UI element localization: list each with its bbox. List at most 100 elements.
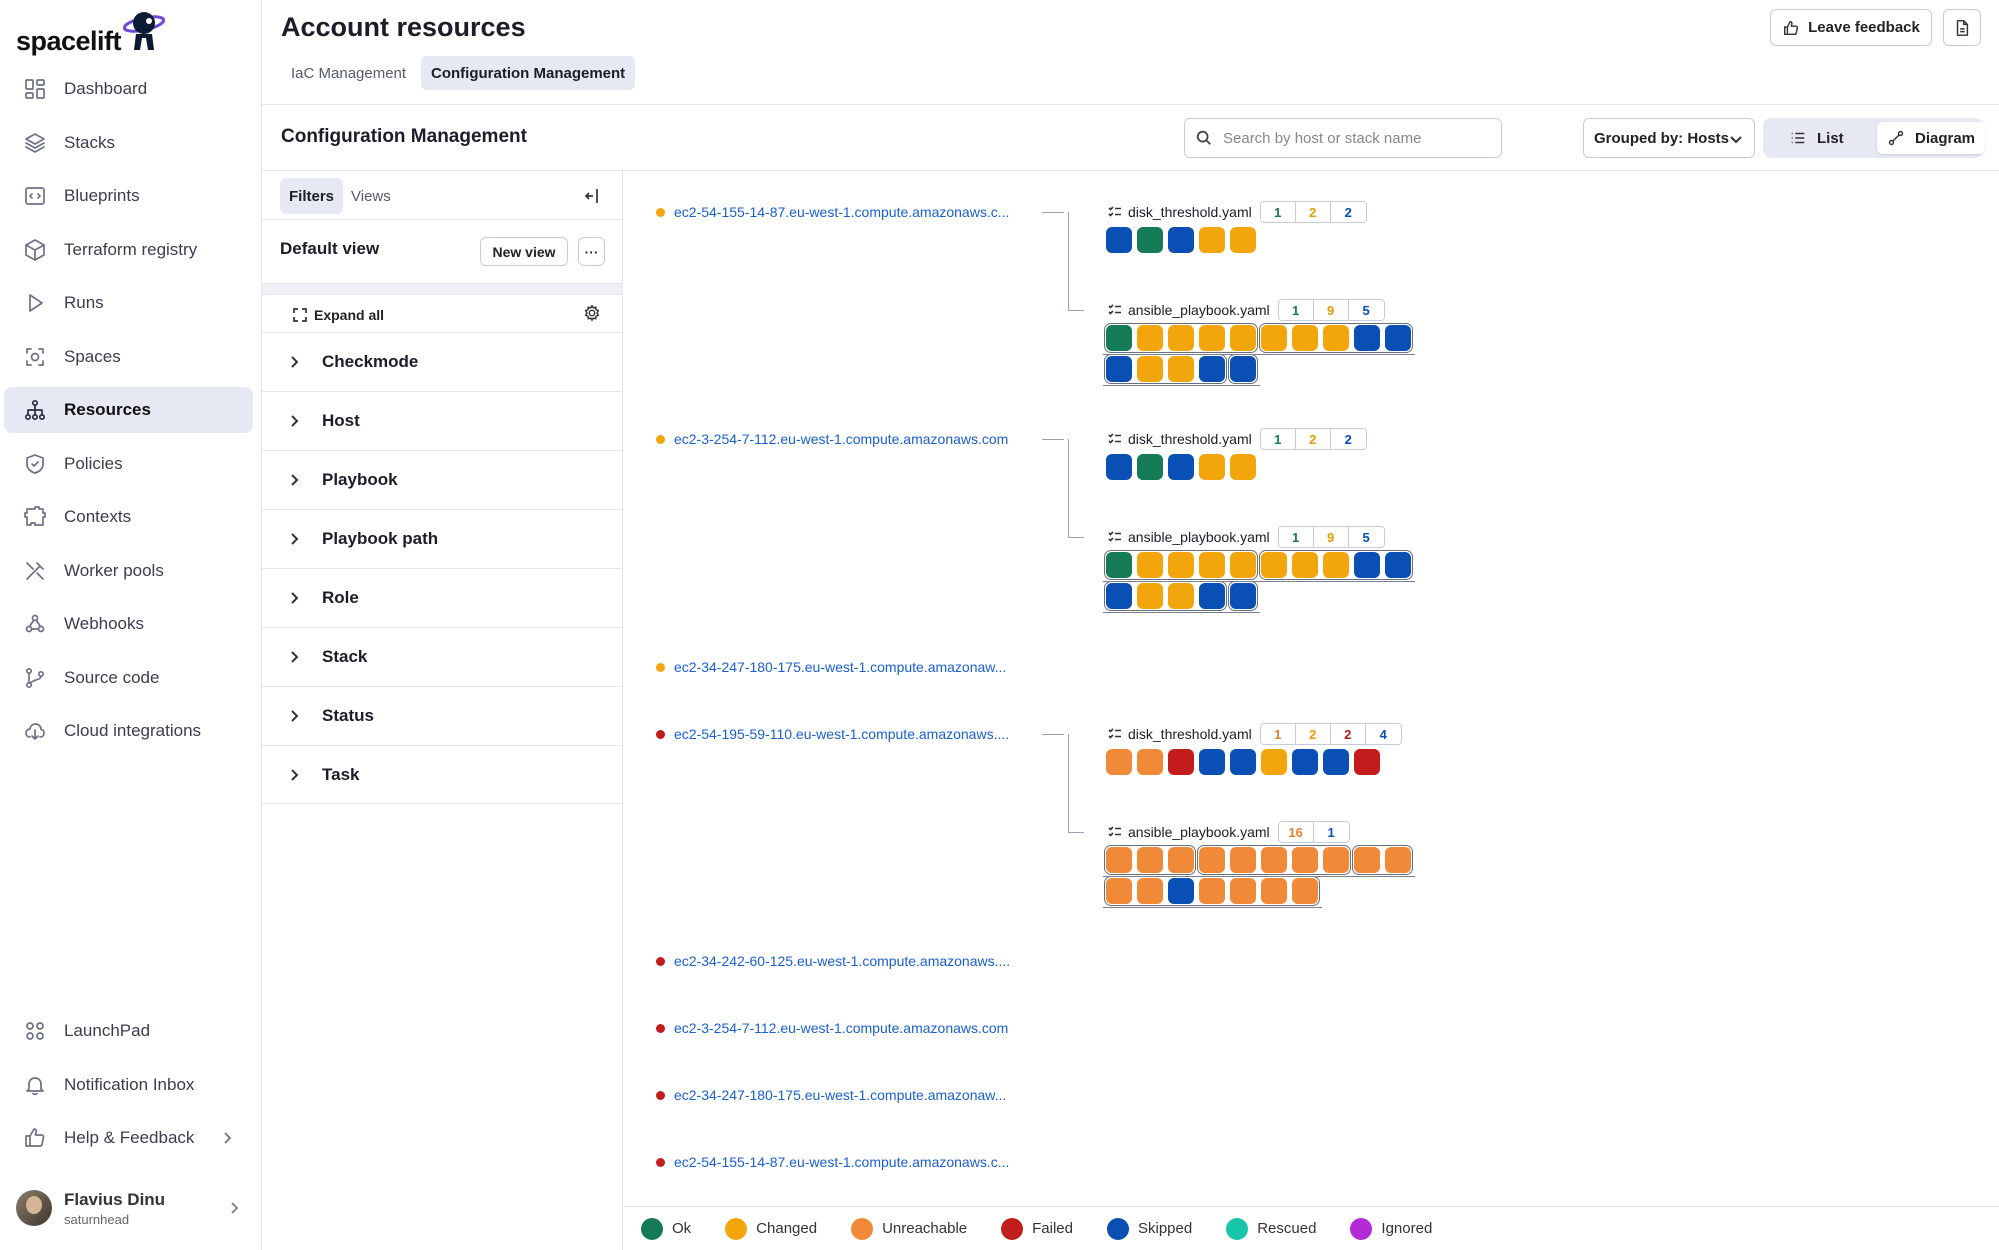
legend-item-ok: Ok: [641, 1217, 691, 1240]
tab-filters[interactable]: Filters: [280, 178, 344, 214]
task-result-changed[interactable]: [1261, 749, 1287, 775]
host-link[interactable]: ec2-3-254-7-112.eu-west-1.compute.amazon…: [656, 428, 1008, 450]
sidebar-item-label: Stacks: [64, 132, 116, 152]
sidebar-item-runs[interactable]: Runs: [4, 280, 253, 326]
tab-configuration-management[interactable]: Configuration Management: [421, 56, 636, 90]
group-by-select[interactable]: Grouped by: Hosts: [1583, 118, 1755, 158]
documentation-button[interactable]: [1943, 9, 1981, 46]
task-result-unreachable[interactable]: [1106, 749, 1132, 775]
task-result-skipped[interactable]: [1168, 227, 1194, 253]
task-result-failed[interactable]: [1354, 749, 1380, 775]
tab-iac-management[interactable]: IaC Management: [281, 56, 416, 90]
connector-line: [1068, 832, 1084, 833]
connector-line: [1068, 212, 1069, 310]
playbook-name: disk_threshold.yaml: [1128, 726, 1252, 742]
filter-task[interactable]: Task: [262, 745, 623, 804]
leave-feedback-button[interactable]: Leave feedback: [1770, 9, 1932, 46]
task-result-skipped[interactable]: [1292, 749, 1318, 775]
task-result-skipped[interactable]: [1106, 227, 1132, 253]
expand-all-button[interactable]: Expand all: [292, 303, 384, 327]
host-link[interactable]: ec2-3-254-7-112.eu-west-1.compute.amazon…: [656, 1017, 1008, 1039]
playbook-header[interactable]: disk_threshold.yaml 1 2 2: [1107, 201, 1367, 223]
sidebar-item-cloud-integrations[interactable]: Cloud integrations: [4, 708, 253, 754]
task-result-skipped[interactable]: [1230, 749, 1256, 775]
playbook-name: ansible_playbook.yaml: [1128, 529, 1270, 545]
sidebar-item-stacks[interactable]: Stacks: [4, 120, 253, 166]
task-result-skipped[interactable]: [1106, 454, 1132, 480]
diagram-view-button[interactable]: Diagram: [1877, 122, 1986, 154]
filter-playbook-path[interactable]: Playbook path: [262, 509, 623, 568]
task-group: [1228, 354, 1258, 384]
host-link[interactable]: ec2-34-242-60-125.eu-west-1.compute.amaz…: [656, 950, 1010, 972]
host-link[interactable]: ec2-54-155-14-87.eu-west-1.compute.amazo…: [656, 201, 1009, 223]
host-link[interactable]: ec2-54-155-14-87.eu-west-1.compute.amazo…: [656, 1151, 1009, 1173]
divider: [262, 283, 623, 295]
task-result-skipped[interactable]: [1199, 749, 1225, 775]
page-title: Account resources: [281, 12, 526, 42]
sidebar-item-policies[interactable]: Policies: [4, 441, 253, 487]
host-link[interactable]: ec2-54-195-59-110.eu-west-1.compute.amaz…: [656, 723, 1009, 745]
spacelift-logo[interactable]: spacelift: [16, 8, 166, 56]
search-box[interactable]: [1184, 118, 1502, 158]
sidebar-item-help-feedback[interactable]: Help & Feedback: [4, 1115, 253, 1161]
sidebar-item-resources[interactable]: Resources: [4, 387, 253, 433]
list-view-button[interactable]: List: [1779, 122, 1854, 154]
tab-views[interactable]: Views: [342, 178, 400, 214]
sidebar-item-notification-inbox[interactable]: Notification Inbox: [4, 1062, 253, 1108]
task-result-ok[interactable]: [1137, 454, 1163, 480]
host-link[interactable]: ec2-34-247-180-175.eu-west-1.compute.ama…: [656, 1084, 1006, 1106]
more-options-button[interactable]: ···: [578, 237, 605, 266]
settings-icon[interactable]: [583, 304, 603, 324]
task-result-skipped[interactable]: [1323, 749, 1349, 775]
filter-label: Playbook path: [322, 529, 439, 548]
sidebar-item-label: Spaces: [64, 346, 121, 366]
task-result-changed[interactable]: [1199, 454, 1225, 480]
filter-checkmode[interactable]: Checkmode: [262, 332, 623, 391]
status-count-skipped: 5: [1348, 527, 1384, 547]
status-count-changed: 2: [1295, 429, 1331, 449]
playbook-header[interactable]: ansible_playbook.yaml 16 1: [1107, 821, 1350, 843]
sidebar-item-webhooks[interactable]: Webhooks: [4, 601, 253, 647]
playbook-header[interactable]: disk_threshold.yaml 1 2 2: [1107, 428, 1367, 450]
host-link[interactable]: ec2-34-247-180-175.eu-west-1.compute.ama…: [656, 656, 1006, 678]
worker-pools-icon: [22, 558, 48, 584]
task-result-unreachable[interactable]: [1137, 749, 1163, 775]
sidebar-item-terraform-registry[interactable]: Terraform registry: [4, 227, 253, 273]
sidebar-item-launchpad[interactable]: LaunchPad: [4, 1008, 253, 1054]
playbook-header[interactable]: ansible_playbook.yaml 1 9 5: [1107, 299, 1385, 321]
task-result-changed[interactable]: [1230, 227, 1256, 253]
connector-line: [1068, 537, 1084, 538]
task-result-failed[interactable]: [1168, 749, 1194, 775]
task-result-changed[interactable]: [1199, 227, 1225, 253]
task-group: [1197, 845, 1351, 875]
filter-host[interactable]: Host: [262, 391, 623, 450]
sidebar-item-dashboard[interactable]: Dashboard: [4, 66, 253, 112]
legend-label: Skipped: [1137, 1220, 1193, 1237]
filter-stack[interactable]: Stack: [262, 627, 623, 686]
sidebar-item-spaces[interactable]: Spaces: [4, 334, 253, 380]
chevron-right-icon: [217, 1128, 237, 1148]
sidebar-item-contexts[interactable]: Contexts: [4, 494, 253, 540]
host-name: ec2-34-242-60-125.eu-west-1.compute.amaz…: [674, 953, 1011, 969]
sidebar-item-blueprints[interactable]: Blueprints: [4, 173, 253, 219]
host-name: ec2-3-254-7-112.eu-west-1.compute.amazon…: [674, 1020, 1009, 1036]
sidebar-item-worker-pools[interactable]: Worker pools: [4, 548, 253, 594]
playbook-header[interactable]: ansible_playbook.yaml 1 9 5: [1107, 526, 1385, 548]
search-input[interactable]: [1223, 129, 1483, 147]
sidebar-item-source-code[interactable]: Source code: [4, 655, 253, 701]
filter-status[interactable]: Status: [262, 686, 623, 745]
row-divider: [1103, 876, 1415, 877]
playbook-header[interactable]: disk_threshold.yaml 1 2 2 4: [1107, 723, 1402, 745]
filter-role[interactable]: Role: [262, 568, 623, 627]
task-result-ok[interactable]: [1137, 227, 1163, 253]
task-result-changed[interactable]: [1230, 454, 1256, 480]
chevron-right-icon: [291, 415, 299, 427]
task-result-skipped[interactable]: [1168, 454, 1194, 480]
new-view-button[interactable]: New view: [480, 237, 568, 266]
filter-playbook[interactable]: Playbook: [262, 450, 623, 509]
user-profile[interactable]: Flavius Dinu saturnhead: [16, 1182, 246, 1234]
status-counts: 122: [1259, 201, 1367, 223]
chevron-right-icon: [291, 651, 299, 663]
status-count-skipped: 2: [1330, 202, 1366, 222]
collapse-panel-icon[interactable]: [581, 185, 603, 207]
